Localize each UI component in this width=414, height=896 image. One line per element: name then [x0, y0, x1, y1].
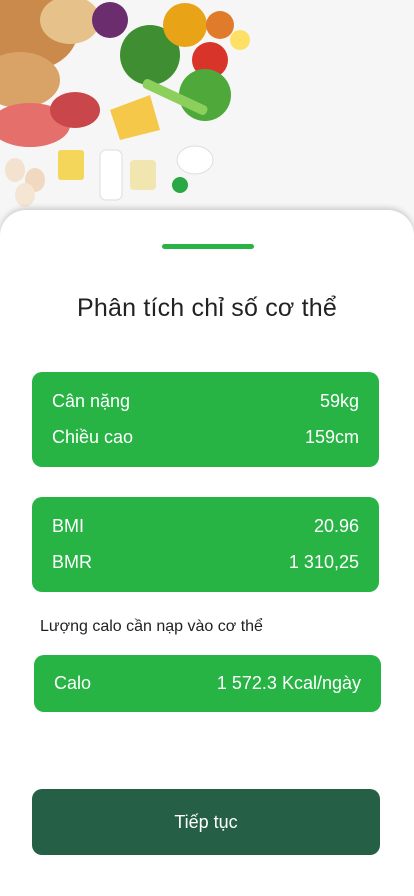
height-label: Chiều cao — [52, 426, 134, 447]
bmi-label: BMI — [52, 515, 85, 536]
bmi-value: 20.96 — [313, 515, 359, 536]
calorie-label: Calo — [54, 673, 92, 693]
bmr-value: 1 310,25 — [288, 551, 359, 572]
weight-value: 59kg — [319, 390, 359, 411]
body-measurements-card: Cân nặng 59kg Chiều cao 159cm — [32, 372, 379, 467]
hero-food-image — [0, 0, 414, 240]
analysis-sheet: Phân tích chỉ số cơ thể Cân nặng 59kg Ch… — [0, 210, 414, 896]
bmr-row: BMR 1 310,25 — [52, 544, 359, 580]
calorie-heading: Lượng calo cần nạp vào cơ thể — [40, 618, 263, 635]
height-value: 159cm — [304, 426, 359, 447]
continue-button[interactable]: Tiếp tục — [32, 789, 380, 855]
body-index-card: BMI 20.96 BMR 1 310,25 — [32, 497, 379, 592]
calorie-row: Calo 1 572.3 Kcal/ngày — [54, 655, 361, 712]
calorie-card: Calo 1 572.3 Kcal/ngày — [34, 655, 381, 712]
sheet-drag-handle[interactable] — [162, 244, 254, 249]
calorie-value: 1 572.3 Kcal/ngày — [216, 673, 361, 693]
weight-row: Cân nặng 59kg — [52, 383, 359, 419]
height-row: Chiều cao 159cm — [52, 419, 359, 455]
page-title: Phân tích chỉ số cơ thể — [76, 294, 338, 322]
weight-label: Cân nặng — [52, 390, 131, 411]
bmr-label: BMR — [52, 551, 92, 572]
bmi-row: BMI 20.96 — [52, 508, 359, 544]
